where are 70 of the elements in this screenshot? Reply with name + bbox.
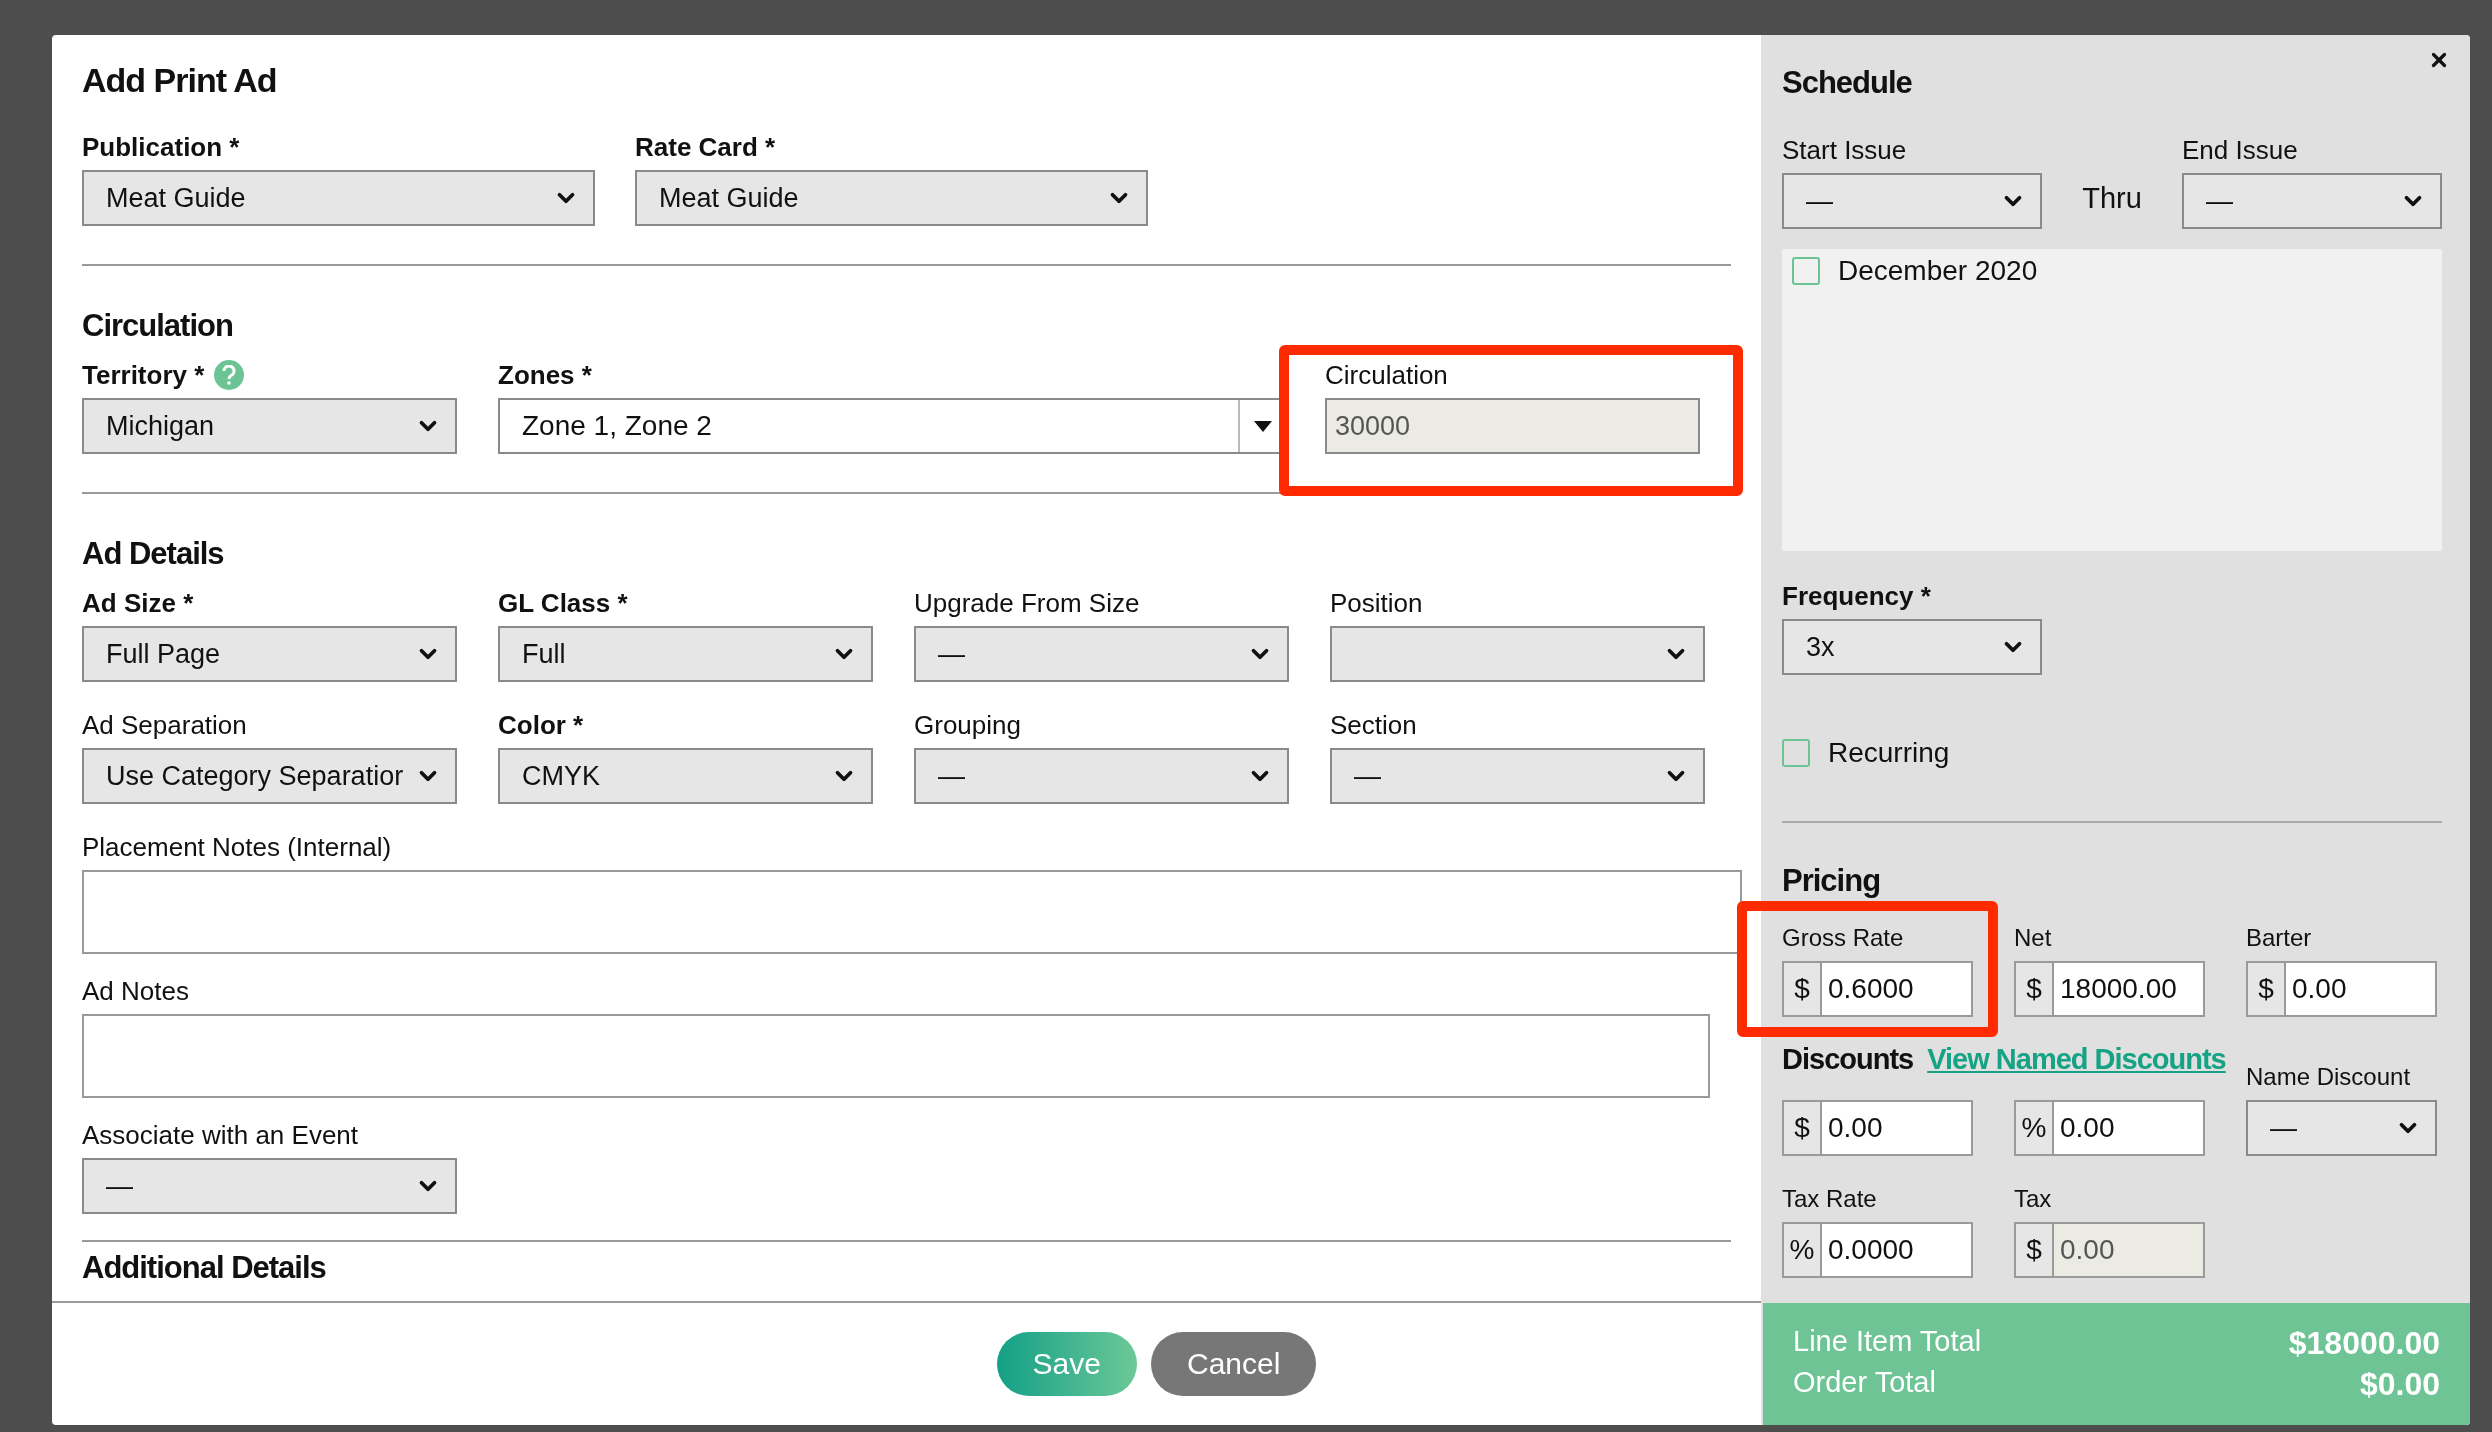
- total-label: Line Item Total: [1793, 1325, 1982, 1359]
- field-label: Frequency *: [1782, 581, 1931, 611]
- section-heading: Pricing: [1782, 863, 1882, 899]
- dropdown-select[interactable]: Use Category Separatior: [82, 748, 457, 804]
- field-label: Tax Rate: [1782, 1184, 1877, 1214]
- dropdown-triangle-icon: [1254, 420, 1272, 432]
- dropdown-select[interactable]: —: [2246, 1100, 2437, 1156]
- section-heading: Circulation: [82, 308, 234, 344]
- field-label: Name Discount: [2246, 1062, 2411, 1092]
- field-label: Tax: [2014, 1184, 2052, 1214]
- field-label: Ad Size *: [82, 588, 194, 618]
- currency-input[interactable]: $ 18000.00: [2014, 961, 2205, 1017]
- field-label: Grouping: [914, 710, 1021, 740]
- field-label: Territory *: [82, 360, 245, 390]
- dropdown-select[interactable]: [1330, 626, 1705, 682]
- dropdown-select[interactable]: —: [914, 626, 1289, 682]
- dropdown-select[interactable]: 3x: [1782, 619, 2042, 675]
- field-label: Publication *: [82, 132, 240, 162]
- checkbox[interactable]: [1782, 739, 1810, 767]
- field-label: GL Class *: [498, 588, 628, 618]
- currency-input[interactable]: $ 0.6000: [1782, 961, 1973, 1017]
- dropdown-select[interactable]: —: [82, 1158, 457, 1214]
- dropdown-select[interactable]: CMYK: [498, 748, 873, 804]
- section-heading: Ad Details: [82, 536, 225, 572]
- notes-textarea[interactable]: [82, 870, 1742, 954]
- dropdown-select[interactable]: Full Page: [82, 626, 457, 682]
- disabled-input: $ 0.00: [2014, 1222, 2205, 1278]
- section-heading: Discounts: [1782, 1043, 1914, 1076]
- dropdown-select[interactable]: Meat Guide: [82, 170, 595, 226]
- field-label: Start Issue: [1782, 135, 1907, 165]
- section-heading: Schedule: [1782, 65, 1913, 101]
- field-label: Rate Card *: [635, 132, 776, 162]
- dropdown-select[interactable]: —: [2182, 173, 2442, 229]
- dialog-title: Add Print Ad: [82, 61, 278, 100]
- total-value: $18000.00: [2288, 1325, 2440, 1362]
- field-label: Zones *: [498, 360, 592, 390]
- discount-input[interactable]: % 0.00: [2014, 1100, 2205, 1156]
- dropdown-select[interactable]: Full: [498, 626, 873, 682]
- dropdown-select[interactable]: —: [914, 748, 1289, 804]
- field-label: Ad Notes: [82, 976, 189, 1006]
- dropdown-select[interactable]: —: [1782, 173, 2042, 229]
- field-label: Barter: [2246, 923, 2312, 953]
- field-label: Upgrade From Size: [914, 588, 1140, 618]
- recurring-label: Recurring: [1828, 737, 1950, 769]
- field-label: Circulation: [1325, 360, 1448, 390]
- help-icon[interactable]: [214, 360, 245, 390]
- field-label: Gross Rate: [1782, 923, 1904, 953]
- field-label: Position: [1330, 588, 1423, 618]
- cancel-button[interactable]: Cancel: [1151, 1332, 1317, 1396]
- discount-input[interactable]: $ 0.00: [1782, 1100, 1973, 1156]
- total-label: Order Total: [1793, 1366, 1936, 1400]
- checkbox[interactable]: [1792, 257, 1820, 285]
- field-label: End Issue: [2182, 135, 2298, 165]
- tax-input[interactable]: % 0.0000: [1782, 1222, 1973, 1278]
- dropdown-select[interactable]: Michigan: [82, 398, 457, 454]
- dropdown-select[interactable]: Meat Guide: [635, 170, 1148, 226]
- thru-label: Thru: [2082, 182, 2142, 215]
- issue-label: December 2020: [1838, 255, 2038, 287]
- currency-input[interactable]: $ 0.00: [2246, 961, 2437, 1017]
- field-label: Section: [1330, 710, 1417, 740]
- total-value: $0.00: [2359, 1366, 2440, 1403]
- field-label: Associate with an Event: [82, 1120, 359, 1150]
- field-label: Net: [2014, 923, 2052, 953]
- dropdown-select[interactable]: —: [1330, 748, 1705, 804]
- section-heading: Additional Details: [82, 1250, 327, 1286]
- notes-textarea[interactable]: [82, 1014, 1710, 1098]
- field-label: Color *: [498, 710, 584, 740]
- field-label: Placement Notes (Internal): [82, 832, 392, 862]
- field-label: Ad Separation: [82, 710, 247, 740]
- readonly-field: 30000: [1325, 398, 1700, 454]
